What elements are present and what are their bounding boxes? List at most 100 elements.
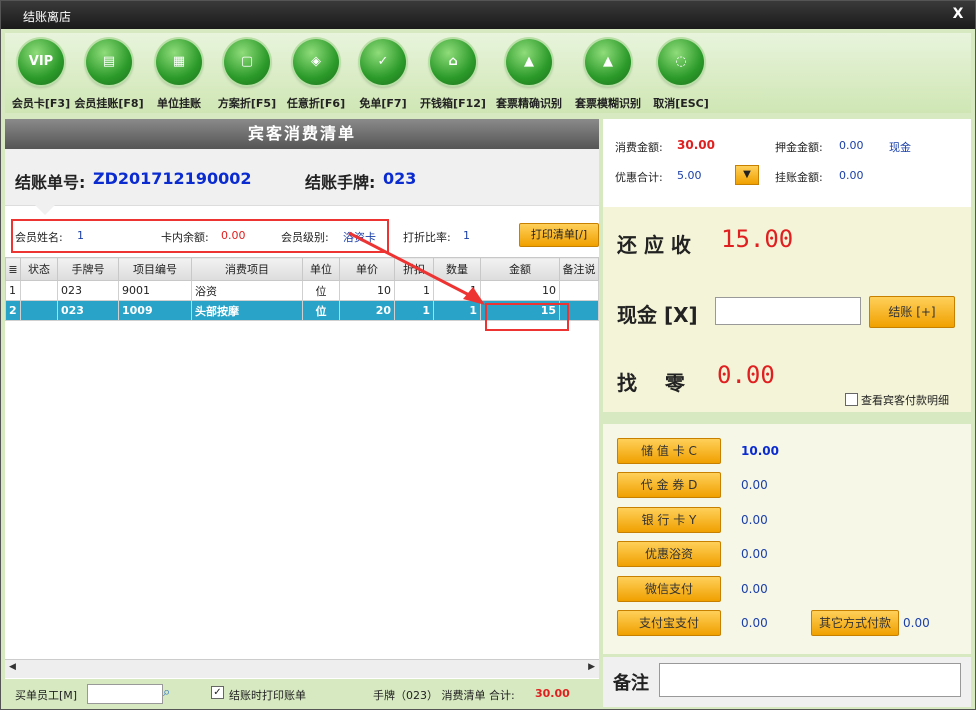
discount-total-label: 优惠合计: bbox=[615, 171, 663, 184]
toolbar-label: 方案折[F5] bbox=[217, 97, 277, 110]
print-list-button[interactable]: 打印清单[/] bbox=[519, 223, 599, 247]
safe-icon: ⌂ bbox=[430, 39, 476, 85]
horizontal-scrollbar[interactable]: ◀ ▶ bbox=[5, 659, 599, 678]
column-header[interactable]: 项目编号 bbox=[118, 257, 192, 281]
status-bar: 买单员工[M] ⌕ ✓ 结账时打印账单 手牌（023） 消费清单 合计: 30.… bbox=[5, 681, 599, 707]
toolbar-free-discount-button[interactable]: ◈ 任意折[F6] bbox=[280, 33, 352, 111]
triangle-icon: ▲ bbox=[506, 39, 552, 85]
other-payment-button[interactable]: 其它方式付款 bbox=[811, 610, 899, 636]
column-header[interactable]: 状态 bbox=[20, 257, 58, 281]
summary-text: 手牌（023） 消费清单 合计: bbox=[373, 689, 515, 702]
deposit-type: 现金 bbox=[889, 141, 911, 154]
credit-value: 0.00 bbox=[839, 169, 864, 182]
triangle-icon: ▲ bbox=[585, 39, 631, 85]
check-icon: ✓ bbox=[360, 39, 406, 85]
toolbar-member-card-button[interactable]: VIP 会员卡[F3] bbox=[5, 33, 77, 111]
print-on-checkout-label: 结账时打印账单 bbox=[229, 689, 306, 702]
cell-item-name: 浴资 bbox=[191, 280, 303, 301]
toolbar-label: 会员卡[F3] bbox=[11, 97, 71, 110]
cell-tag: 023 bbox=[57, 300, 119, 321]
scroll-right-icon[interactable]: ▶ bbox=[588, 662, 595, 672]
toolbar-company-credit-button[interactable]: ▦ 单位挂账 bbox=[143, 33, 215, 111]
member-highlight-box bbox=[11, 219, 389, 253]
voucher-button[interactable]: 代 金 券 D bbox=[617, 472, 721, 498]
staff-label: 买单员工[M] bbox=[15, 689, 78, 702]
toolbar-waive-button[interactable]: ✓ 免单[F7] bbox=[347, 33, 419, 111]
consume-label: 消费金额: bbox=[615, 141, 663, 154]
column-header[interactable]: 备注说 bbox=[559, 257, 599, 281]
cell-item-name: 头部按摩 bbox=[191, 300, 303, 321]
change-label: 找 零 bbox=[617, 371, 685, 395]
staff-input[interactable] bbox=[87, 684, 163, 704]
cell-item-code: 9001 bbox=[118, 280, 192, 301]
bank-card-amount: 0.00 bbox=[741, 513, 768, 527]
bath-discount-button[interactable]: 优惠浴资 bbox=[617, 541, 721, 567]
toolbar-label: 单位挂账 bbox=[157, 97, 201, 110]
column-header[interactable]: 消费项目 bbox=[191, 257, 303, 281]
amount-highlight-box bbox=[485, 303, 569, 331]
other-payment-amount: 0.00 bbox=[903, 616, 930, 630]
title-bar: 结账离店 X bbox=[1, 1, 975, 29]
print-on-checkout-checkbox[interactable]: ✓ bbox=[211, 686, 224, 699]
bill-tag-value: 023 bbox=[383, 169, 417, 188]
toolbar-cancel-button[interactable]: ◌ 取消[ESC] bbox=[645, 33, 717, 111]
note-box: 备注 bbox=[603, 657, 971, 707]
cell-unit: 位 bbox=[302, 280, 340, 301]
cell-status bbox=[20, 280, 58, 301]
note-label: 备注 bbox=[613, 673, 649, 694]
close-icon[interactable]: X bbox=[949, 5, 967, 23]
toolbar-open-drawer-button[interactable]: ⌂ 开钱箱[F12] bbox=[417, 33, 489, 111]
bill-no-label: 结账单号: bbox=[15, 173, 86, 192]
cell-unit: 位 bbox=[302, 300, 340, 321]
consume-value: 30.00 bbox=[677, 138, 715, 152]
bank-card-button[interactable]: 银 行 卡 Y bbox=[617, 507, 721, 533]
amount-due-label: 还 应 收 bbox=[617, 233, 691, 257]
window-title: 结账离店 bbox=[23, 10, 72, 24]
toolbar-label: 套票模糊识别 bbox=[575, 97, 641, 110]
toolbar-member-credit-button[interactable]: ▤ 会员挂账[F8] bbox=[73, 33, 145, 111]
wechat-pay-button[interactable]: 微信支付 bbox=[617, 576, 721, 602]
toolbar-label: 套票精确识别 bbox=[496, 97, 562, 110]
column-header[interactable]: 手牌号 bbox=[57, 257, 119, 281]
toolbar-label: 任意折[F6] bbox=[286, 97, 346, 110]
cash-input[interactable] bbox=[715, 297, 861, 325]
table-row[interactable]: 1 023 9001 浴资 位 10 1 1 10 bbox=[5, 280, 599, 301]
toolbar-exact-ticket-button[interactable]: ▲ 套票精确识别 bbox=[489, 33, 569, 111]
chevron-down-icon[interactable]: ▼ bbox=[735, 165, 759, 185]
toolbar-label: 取消[ESC] bbox=[653, 97, 709, 110]
toolbar-label: 免单[F7] bbox=[359, 97, 407, 110]
table-header: ≣ 状态 手牌号 项目编号 消费项目 单位 单价 折扣 数量 金额 备注说 bbox=[5, 257, 599, 281]
settle-box: 还 应 收 15.00 现金 [X] 结账 [+] 找 零 0.00 查看宾客付… bbox=[603, 207, 971, 412]
bill-no-value: ZD201712190002 bbox=[93, 169, 252, 188]
cell-status bbox=[20, 300, 58, 321]
scroll-left-icon[interactable]: ◀ bbox=[9, 662, 16, 672]
column-header[interactable]: 单位 bbox=[302, 257, 340, 281]
shirt-icon: ◈ bbox=[293, 39, 339, 85]
deposit-label: 押金金额: bbox=[775, 141, 823, 154]
notch-decoration bbox=[35, 205, 55, 215]
checkout-button[interactable]: 结账 [+] bbox=[869, 296, 955, 328]
stored-value-card-button[interactable]: 储 值 卡 C bbox=[617, 438, 721, 464]
search-icon[interactable]: ⌕ bbox=[163, 685, 170, 700]
summary-total: 30.00 bbox=[535, 687, 570, 700]
summary-box: 消费金额: 30.00 押金金额: 0.00 现金 优惠合计: 5.00 ▼ 挂… bbox=[603, 119, 971, 207]
document-icon: ▤ bbox=[86, 39, 132, 85]
column-header[interactable]: ≣ bbox=[5, 257, 21, 281]
alipay-button[interactable]: 支付宝支付 bbox=[617, 610, 721, 636]
toolbar: VIP 会员卡[F3] ▤ 会员挂账[F8] ▦ 单位挂账 ▢ 方案折[F5] … bbox=[5, 33, 971, 113]
window-icon: ▢ bbox=[224, 39, 270, 85]
bath-discount-amount: 0.00 bbox=[741, 547, 768, 561]
bill-info: 结账单号: ZD201712190002 结账手牌: 023 bbox=[5, 149, 599, 206]
list-title: 宾客消费清单 bbox=[5, 119, 599, 149]
wechat-pay-amount: 0.00 bbox=[741, 582, 768, 596]
toolbar-label: 开钱箱[F12] bbox=[420, 97, 486, 110]
note-input[interactable] bbox=[659, 663, 961, 697]
cash-label: 现金 [X] bbox=[617, 303, 698, 327]
toolbar-label: 会员挂账[F8] bbox=[74, 97, 144, 110]
cell-tag: 023 bbox=[57, 280, 119, 301]
stored-value-card-amount: 10.00 bbox=[741, 444, 779, 458]
payment-detail-checkbox[interactable] bbox=[845, 393, 858, 406]
checkout-window: 结账离店 X VIP 会员卡[F3] ▤ 会员挂账[F8] ▦ 单位挂账 ▢ 方… bbox=[0, 0, 976, 710]
toolbar-fuzzy-ticket-button[interactable]: ▲ 套票模糊识别 bbox=[568, 33, 648, 111]
toolbar-plan-discount-button[interactable]: ▢ 方案折[F5] bbox=[211, 33, 283, 111]
